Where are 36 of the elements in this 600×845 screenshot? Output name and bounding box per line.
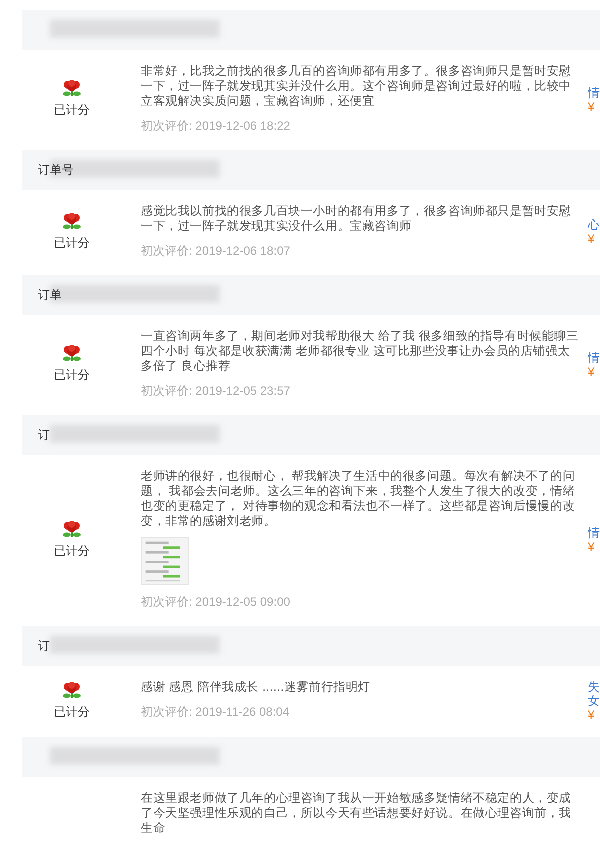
status-label: 已计分 xyxy=(54,542,90,560)
review-text: 感觉比我以前找的很多几百块一小时的都有用多了，很多咨询师都只是暂时安慰一下，过一阵子就发现其实没什么用。宝藏咨询师 xyxy=(141,204,572,234)
side-text: 心 xyxy=(588,218,600,232)
status-label: 已计分 xyxy=(54,704,90,720)
review-date: 初次评价: 2019-12-06 18:22 xyxy=(141,118,292,135)
side-text: 情 xyxy=(588,350,600,364)
order-label: 订单号 xyxy=(38,162,74,179)
review-date: 初次评价: 2019-11-26 08:04 xyxy=(141,704,291,721)
flower-icon xyxy=(62,682,82,700)
status-label: 已计分 xyxy=(54,102,90,119)
side-text: ¥ xyxy=(588,540,596,554)
side-text: ¥ xyxy=(588,100,596,114)
side-text: ¥ xyxy=(588,364,596,378)
status-label: 已计分 xyxy=(54,367,90,384)
side-text: ¥ xyxy=(588,232,596,246)
order-label: 订 xyxy=(38,427,50,444)
flower-icon xyxy=(62,80,82,98)
flower-icon xyxy=(62,520,82,538)
side-text: 女 xyxy=(588,694,600,708)
side-text: 情 xyxy=(588,526,600,540)
review-date: 初次评价: 2019-12-06 18:07 xyxy=(141,243,292,260)
review-text: 非常好，比我之前找的很多几百的咨询师都有用多了。很多咨询师只是暂时安慰一下，过一阵子就发现其实并没什么用。这个咨询师是咨询过最好的啦，比较中立客观解决实质问题，宝藏咨询师，还便宜 xyxy=(141,64,572,109)
order-label: 订单 xyxy=(38,287,62,304)
side-text: ¥ xyxy=(588,708,596,722)
review-text: 在这里跟老师做了几年的心理咨询了我从一开始敏感多疑情绪不稳定的人，变成了今天坚强理性乐观的自己，所以今天有些话想要好好说。在做心理咨询前，我生命 xyxy=(141,791,572,836)
review-text: 一直咨询两年多了，期间老师对我帮助很大 给了我 很多细致的指导有时候能聊三四个小时 每次都是收获满满 老师都很专业 这可比那些没事让办会员的店铺强太多倍了 良心推荐 xyxy=(141,329,580,374)
review-date: 初次评价: 2019-12-05 23:57 xyxy=(141,383,292,400)
review-text: 老师讲的很好，也很耐心， 帮我解决了生活中的很多问题。每次有解决不了的问题， 我都会去问老师。这么三年的咨询下来，我整个人发生了很大的改变，情绪也变的更稳定了， 对待事物的观念和看法也不一样了。这些都是咨询后慢慢的改变，非常的感谢刘老师。 xyxy=(141,469,576,529)
order-label: 订 xyxy=(38,638,50,655)
flower-icon xyxy=(62,212,82,230)
flower-icon xyxy=(62,345,82,363)
review-text: 感谢 感恩 陪伴我成长 ......迷雾前行指明灯 xyxy=(141,680,372,695)
side-text: 失 xyxy=(588,680,600,694)
side-text: 情 xyxy=(588,86,600,100)
status-label: 已计分 xyxy=(54,234,90,252)
review-date: 初次评价: 2019-12-05 09:00 xyxy=(141,594,292,611)
